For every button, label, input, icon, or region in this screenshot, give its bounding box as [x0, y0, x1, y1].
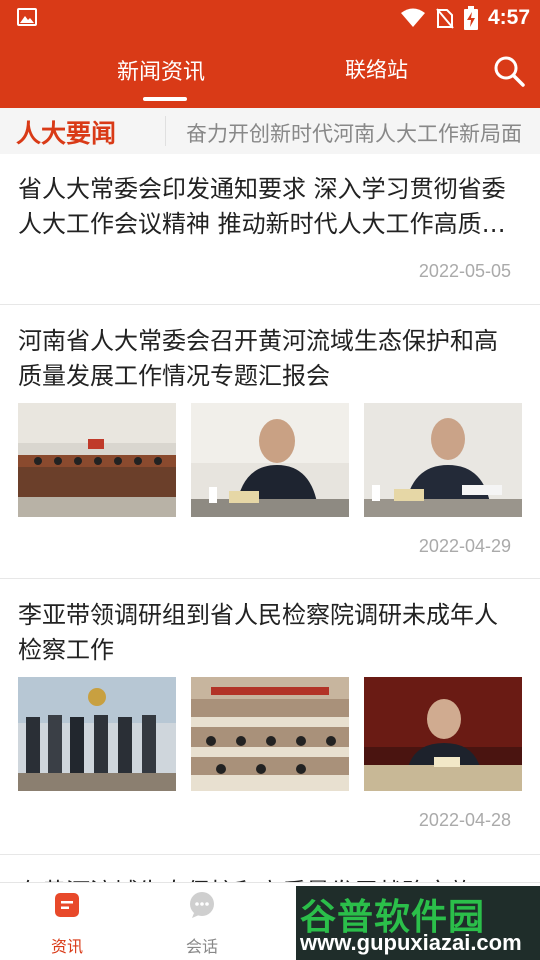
marquee-divider: [165, 116, 166, 146]
news-title: 李亚带领调研组到省人民检察院调研未成年人检察工作: [18, 601, 498, 664]
watermark-url: www.gupuxiazai.com: [300, 930, 522, 955]
news-thumbnails: [18, 677, 522, 791]
news-thumbnail[interactable]: [191, 677, 349, 791]
news-date: 2022-05-05: [418, 261, 511, 281]
battery-charging-icon: [463, 6, 478, 30]
news-thumbnail[interactable]: [191, 403, 349, 517]
news-date: 2022-04-29: [418, 536, 511, 556]
news-thumbnails: [18, 403, 522, 517]
wifi-icon: [400, 8, 425, 27]
nav-news[interactable]: 资讯: [27, 883, 107, 960]
nav-news-label: 资讯: [50, 937, 83, 956]
tab-news[interactable]: 新闻资讯: [117, 54, 205, 86]
nav-chat[interactable]: 会话: [162, 883, 242, 960]
nav-chat-label: 会话: [185, 937, 218, 956]
chat-icon: [190, 892, 214, 918]
clock: 4:57: [487, 6, 530, 29]
news-title: 省人大常委会印发通知要求 深入学习贯彻省委人大工作会议精神 推动新时代人大工作高…: [18, 175, 506, 238]
news-thumbnail[interactable]: [364, 677, 522, 791]
news-thumbnail[interactable]: [18, 677, 176, 791]
no-sim-icon: [436, 8, 454, 29]
headline-marquee[interactable]: 人大要闻 奋力开创新时代河南人大工作新局面: [0, 108, 540, 154]
search-button[interactable]: [492, 54, 526, 88]
news-item[interactable]: 河南省人大常委会召开黄河流域生态保护和高质量发展工作情况专题汇报会 2022-0…: [0, 306, 540, 579]
search-icon: [494, 56, 525, 87]
news-date: 2022-04-28: [418, 810, 511, 830]
news-thumbnail[interactable]: [364, 403, 522, 517]
tab-contact-station[interactable]: 联络站: [345, 54, 408, 84]
marquee-label: 人大要闻: [16, 119, 117, 148]
news-item[interactable]: 省人大常委会印发通知要求 深入学习贯彻省委人大工作会议精神 推动新时代人大工作高…: [0, 154, 540, 305]
news-thumbnail[interactable]: [18, 403, 176, 517]
watermark: 谷普软件园 www.gupuxiazai.com: [296, 886, 540, 960]
news-icon: [55, 893, 79, 917]
gallery-icon: [17, 8, 37, 26]
news-title: 河南省人大常委会召开黄河流域生态保护和高质量发展工作情况专题汇报会: [18, 327, 498, 390]
news-item[interactable]: 李亚带领调研组到省人民检察院调研未成年人检察工作 2022-04-28: [0, 580, 540, 855]
marquee-text[interactable]: 奋力开创新时代河南人大工作新局面: [186, 118, 522, 148]
active-tab-indicator: [143, 97, 187, 101]
top-tab-bar: 新闻资讯 联络站: [0, 36, 540, 108]
status-right: 4:57: [400, 0, 530, 36]
app-header-block: 4:57 新闻资讯 联络站: [0, 0, 540, 108]
status-bar: 4:57: [0, 0, 540, 36]
